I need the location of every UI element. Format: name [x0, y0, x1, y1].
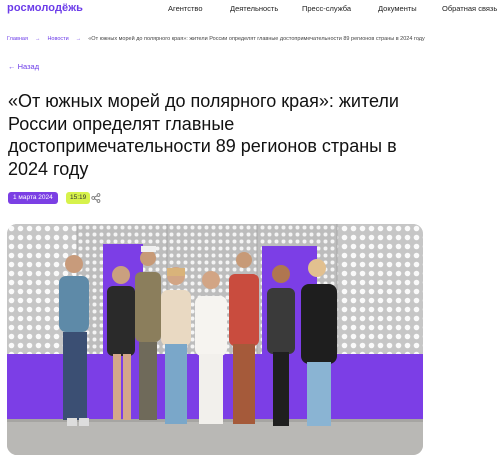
breadcrumb-separator: → [75, 36, 82, 42]
time-badge: 15:19 [66, 192, 91, 204]
back-link[interactable]: ← Назад [8, 62, 39, 71]
nav-press[interactable]: Пресс-служба [302, 4, 351, 13]
site-logo[interactable]: росмолодёжь [7, 2, 83, 14]
site-header: росмолодёжь Агентство Деятельность Пресс… [0, 0, 500, 22]
article-photo [7, 224, 423, 455]
share-icon[interactable] [91, 193, 101, 203]
breadcrumb: Главная → Новости → «От южных морей до поляр… [7, 36, 425, 42]
breadcrumb-news[interactable]: Новости [47, 36, 68, 42]
nav-activity[interactable]: Деятельность [230, 4, 278, 13]
nav-feedback[interactable]: Обратная связь [442, 4, 497, 13]
page-title: «От южных морей до полярного края»: жите… [8, 91, 399, 179]
breadcrumb-separator: → [34, 36, 41, 42]
date-badge: 1 марта 2024 [8, 192, 58, 204]
breadcrumb-home[interactable]: Главная [7, 36, 28, 42]
breadcrumb-current: «От южных морей до полярного края»: жите… [88, 36, 425, 42]
nav-agency[interactable]: Агентство [168, 4, 203, 13]
nav-documents[interactable]: Документы [378, 4, 417, 13]
